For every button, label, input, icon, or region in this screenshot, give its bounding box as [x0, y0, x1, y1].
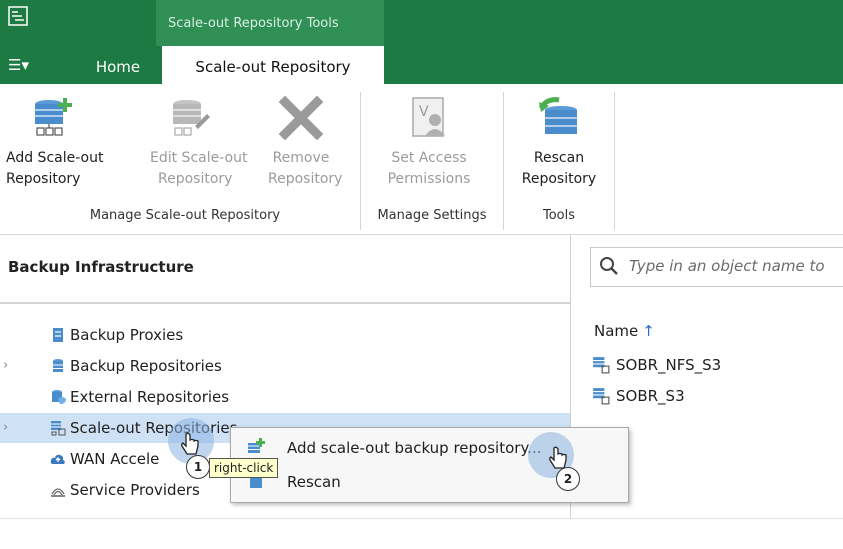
menu-item-label: Add scale-out backup repository...	[287, 439, 542, 457]
ribbon-separator	[503, 92, 504, 230]
repository-name: SOBR_NFS_S3	[616, 356, 722, 374]
scaleout-repository-icon	[593, 388, 610, 405]
set-access-permissions-button[interactable]: V Set Access Permissions	[384, 96, 474, 190]
repository-icon	[53, 359, 63, 372]
rescan-icon	[538, 97, 577, 134]
tree-item-backup-proxies[interactable]: Backup Proxies	[0, 320, 570, 350]
hamburger-menu-icon[interactable]: ☰▾	[8, 56, 29, 74]
scaleout-repository-icon	[51, 421, 66, 436]
context-tab-group-label: Scale-out Repository Tools	[168, 16, 339, 31]
step-badge-2: 2	[556, 467, 580, 491]
set-access-label-2: Permissions	[387, 171, 471, 187]
remove-repository-label-2: Repository	[268, 171, 343, 187]
rescan-repository-button[interactable]: Rescan Repository	[520, 96, 598, 190]
add-repository-icon	[248, 438, 265, 453]
list-item[interactable]: SOBR_S3	[592, 387, 685, 405]
tree-item-label: Backup Repositories	[70, 357, 222, 375]
chevron-right-icon[interactable]: ›	[3, 351, 8, 381]
sort-ascending-icon: ↑	[642, 322, 655, 340]
search-input[interactable]: Type in an object name to	[590, 247, 843, 287]
permissions-icon: V	[412, 97, 445, 137]
tab-home[interactable]: Home	[78, 52, 158, 82]
list-item[interactable]: SOBR_NFS_S3	[592, 356, 721, 374]
tree-item-backup-repositories[interactable]: › Backup Repositories	[0, 351, 570, 381]
edit-repository-icon	[173, 100, 210, 136]
add-scale-out-repository-label-2: Repository	[6, 171, 81, 187]
ribbon-group-label: Tools	[542, 208, 576, 223]
navigation-title: Backup Infrastructure	[8, 258, 194, 276]
edit-scale-out-repository-button[interactable]: Edit Scale-out Repository	[150, 96, 247, 190]
app-logo-icon	[8, 6, 28, 26]
set-access-label-1: Set Access	[391, 150, 467, 166]
ribbon-separator	[614, 92, 615, 230]
tree-item-label: Backup Proxies	[70, 326, 184, 344]
add-scale-out-repository-button[interactable]: Add Scale-out Repository	[6, 96, 103, 190]
search-placeholder: Type in an object name to	[629, 257, 825, 275]
column-header-label: Name	[594, 322, 639, 340]
context-tab-group-header: Scale-out Repository Tools	[156, 0, 384, 46]
scaleout-repository-icon	[593, 357, 610, 374]
service-provider-icon	[51, 488, 65, 497]
ribbon: Add Scale-out Repository Edit Scale-out …	[0, 84, 843, 235]
step-badge-1: 1	[186, 455, 210, 479]
repository-name: SOBR_S3	[616, 387, 685, 405]
external-repository-icon	[52, 390, 66, 404]
tree-item-external-repositories[interactable]: External Repositories	[0, 382, 570, 412]
tab-scale-out-repository[interactable]: Scale-out Repository	[162, 46, 384, 84]
ribbon-group-label: Manage Settings	[377, 208, 487, 223]
ribbon-group-label: Manage Scale-out Repository	[89, 208, 281, 223]
column-header-name[interactable]: Name ↑	[594, 322, 655, 340]
chevron-right-icon[interactable]: ›	[3, 413, 8, 443]
edit-scale-out-repository-label-2: Repository	[158, 171, 233, 187]
tree-item-label: Service Providers	[70, 481, 200, 499]
search-icon	[600, 257, 618, 275]
add-scale-out-repository-label-1: Add Scale-out	[6, 150, 104, 166]
tree-item-label: External Repositories	[70, 388, 230, 406]
remove-repository-label-1: Remove	[272, 150, 330, 166]
divider	[0, 302, 570, 304]
remove-x-icon	[279, 96, 323, 140]
rescan-label-1: Rescan	[533, 150, 585, 166]
proxy-icon	[53, 328, 63, 342]
ribbon-separator	[360, 92, 361, 230]
tree-item-label: WAN Accele	[70, 450, 160, 468]
remove-repository-button[interactable]: Remove Repository	[268, 96, 343, 190]
edit-scale-out-repository-label-1: Edit Scale-out	[150, 150, 248, 166]
add-repository-icon	[35, 98, 72, 136]
rescan-label-2: Repository	[521, 171, 597, 187]
wan-cloud-icon	[50, 454, 65, 464]
svg-text:V: V	[419, 104, 429, 120]
menu-item-label: Rescan	[287, 473, 341, 491]
tooltip: right-click	[209, 458, 279, 478]
status-area	[0, 518, 843, 549]
